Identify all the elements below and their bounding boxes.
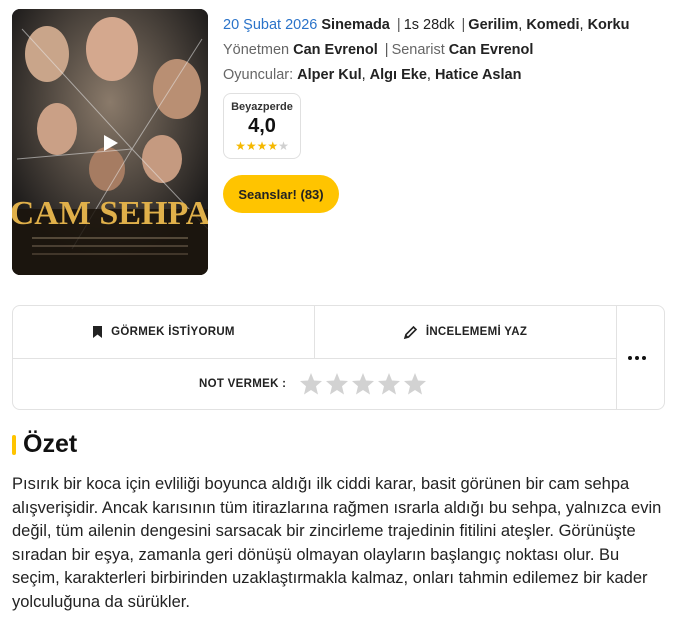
duration: 1s 28dk (403, 17, 455, 33)
cast-link[interactable]: Alper Kul (297, 67, 361, 83)
cast-link[interactable]: Algı Eke (370, 67, 427, 83)
rate-row: NOT VERMEK : (13, 358, 617, 409)
play-icon (104, 135, 118, 151)
separator: | (461, 17, 466, 33)
more-options-button[interactable] (616, 306, 665, 409)
cast-link[interactable]: Hatice Aslan (435, 67, 522, 83)
director-link[interactable]: Can Evrenol (293, 42, 378, 58)
genre-link[interactable]: Korku (588, 17, 630, 33)
rating-value: 4,0 (248, 115, 276, 137)
crew-line: Yönetmen Can Evrenol | Senarist Can Evren… (223, 38, 663, 63)
rate-label: NOT VERMEK : (199, 377, 287, 390)
star-icon: ★ (267, 139, 279, 153)
genre-link[interactable]: Gerilim (468, 17, 518, 33)
movie-poster[interactable]: CAM SEHPA (12, 9, 208, 275)
pencil-icon (403, 325, 417, 339)
poster-title: CAM SEHPA (12, 195, 208, 232)
rate-star-icon[interactable] (403, 372, 427, 396)
release-status-link[interactable]: Sinemada (321, 17, 390, 33)
writer-label: Senarist (391, 42, 445, 58)
rate-star-icon[interactable] (377, 372, 401, 396)
rate-stars (299, 372, 427, 396)
bookmark-icon (93, 326, 103, 338)
review-label: İNCELEMEMİ YAZ (425, 326, 528, 338)
comma: , (361, 67, 370, 83)
star-icon: ★ (235, 139, 246, 153)
rating-stars: ★★★★★ (224, 139, 300, 153)
release-date: 20 Şubat 2026 (223, 17, 318, 33)
rating-source: Beyazperde (231, 101, 293, 113)
showtimes-button[interactable]: Seanslar! (83) (223, 175, 339, 213)
star-icon: ★ (278, 139, 289, 153)
cast-label: Oyuncular: (223, 67, 294, 83)
play-trailer-button[interactable] (99, 132, 121, 154)
separator: | (384, 42, 389, 58)
writer-link[interactable]: Can Evrenol (449, 42, 534, 58)
director-label: Yönetmen (223, 42, 290, 58)
cast-line: Oyuncular: Alper Kul, Algı Eke, Hatice A… (223, 63, 663, 88)
rate-star-icon[interactable] (299, 372, 323, 396)
watchlist-button[interactable]: GÖRMEK İSTİYORUM (13, 306, 315, 359)
rate-star-icon[interactable] (351, 372, 375, 396)
rate-star-icon[interactable] (325, 372, 349, 396)
genre-link[interactable]: Komedi (526, 17, 579, 33)
press-rating-box: Beyazperde 4,0 ★★★★★ (223, 93, 301, 159)
comma: , (579, 17, 588, 33)
movie-info: 20 Şubat 2026 Sinemada | 1s 28dk | Gerilim… (223, 13, 663, 88)
more-dots-icon (627, 355, 646, 360)
write-review-button[interactable]: İNCELEMEMİ YAZ (314, 306, 617, 359)
watchlist-label: GÖRMEK İSTİYORUM (111, 326, 235, 338)
comma: , (426, 67, 435, 83)
summary-text: Pısırık bir koca için evliliği boyunca a… (12, 475, 662, 611)
separator: | (396, 17, 401, 33)
release-line: 20 Şubat 2026 Sinemada | 1s 28dk | Gerilim… (223, 13, 663, 38)
star-icon: ★ (256, 139, 268, 153)
summary-heading: Özet (12, 430, 77, 459)
star-icon: ★ (245, 139, 257, 153)
summary-title: Özet (23, 430, 78, 458)
user-actions-panel: GÖRMEK İSTİYORUM İNCELEMEMİ YAZ NOT VERM… (12, 305, 665, 410)
heading-accent-bar (12, 434, 16, 455)
